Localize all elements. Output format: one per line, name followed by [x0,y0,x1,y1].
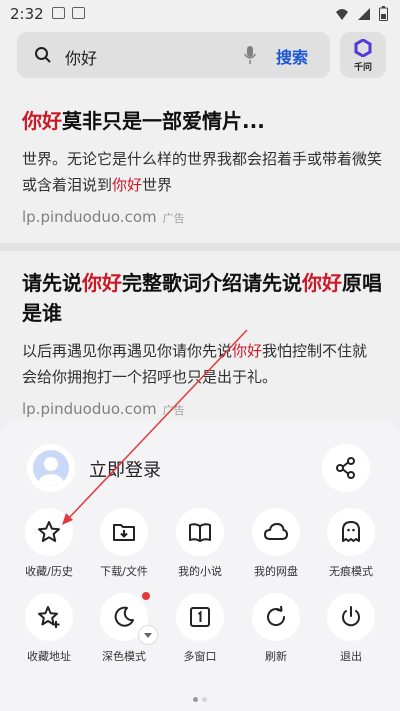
book-icon [189,523,211,542]
search-result-1[interactable]: 你好莫非只是一部爱情片... 世界。无论它是什么样的世界我都会招着手或带着微笑或… [22,106,382,226]
menu-item-dark-mode[interactable]: 深色模式 [86,592,162,664]
search-result-2[interactable]: 请先说你好完整歌词介绍请先说你好原唱是谁 以后再遇见你再遇见你请你先说你好我怕控… [22,268,382,418]
menu-item-exit[interactable]: 退出 [313,593,389,664]
download-folder-icon [113,524,135,541]
cloud-icon [264,523,288,540]
menu-sheet: 立即登录 收藏/历史 下载/文件 我的小说 我的网盘 无痕模式 收藏地址 深色模… [0,421,400,711]
result-description: 世界。无论它是什么样的世界我都会招着手或带着微笑或含着泪说到你好世界 [22,150,383,194]
page-indicator [0,687,400,706]
avatar[interactable] [27,444,75,492]
notification-dot [142,592,150,600]
mic-icon[interactable] [243,45,257,65]
search-row: 你好 搜索 千问 [0,30,400,80]
user-avatar-icon [33,450,69,486]
ad-badge: 广告 [162,404,185,417]
refresh-icon [267,605,286,626]
star-icon [38,521,60,542]
status-bar: 2:32 [0,0,400,28]
ghost-icon [342,521,360,542]
status-time: 2:32 [10,5,44,23]
power-icon [342,606,360,627]
menu-item-favorites-history[interactable]: 收藏/历史 [11,508,87,579]
ad-badge: 广告 [162,212,185,225]
chevron-down-icon[interactable] [138,625,158,645]
menu-item-cloud-drive[interactable]: 我的网盘 [238,508,314,579]
result-url: lp.pinduoduo.com 广告 [22,208,185,226]
share-icon [336,457,355,479]
star-plus-icon [38,606,60,628]
search-button[interactable]: 搜索 [276,44,308,68]
menu-item-downloads[interactable]: 下载/文件 [86,508,162,579]
menu-item-refresh[interactable]: 刷新 [238,593,314,664]
search-input[interactable]: 你好 搜索 [17,32,330,78]
result-url: lp.pinduoduo.com 广告 [22,400,185,418]
result-description: 以后再遇见你再遇见你请你先说你好我怕控制不住就会给你拥抱打一个招呼也只是出于礼。 [22,342,368,386]
search-query: 你好 [65,49,98,68]
menu-item-novels[interactable]: 我的小说 [162,508,238,579]
image-notification-icon [52,7,65,19]
wifi-icon [336,8,348,20]
moon-icon [114,606,134,627]
qianwen-label: 千问 [353,63,372,73]
qianwen-icon [354,39,372,57]
a-notification-icon [72,7,85,19]
menu-item-bookmark-address[interactable]: 收藏地址 [11,593,87,664]
battery-icon [379,6,388,21]
result-title[interactable]: 请先说你好完整歌词介绍请先说你好原唱是谁 [22,268,382,328]
menu-item-incognito[interactable]: 无痕模式 [313,508,389,579]
result-title[interactable]: 你好莫非只是一部爱情片... [22,106,382,136]
signal-icon [358,7,370,20]
result-divider [0,243,400,251]
share-button[interactable] [322,444,370,492]
qianwen-button[interactable]: 千问 [340,32,386,78]
menu-item-multi-window[interactable]: 多窗口 [162,593,238,664]
window-icon [190,607,210,627]
search-icon [35,47,51,63]
login-button[interactable]: 立即登录 [89,456,161,482]
